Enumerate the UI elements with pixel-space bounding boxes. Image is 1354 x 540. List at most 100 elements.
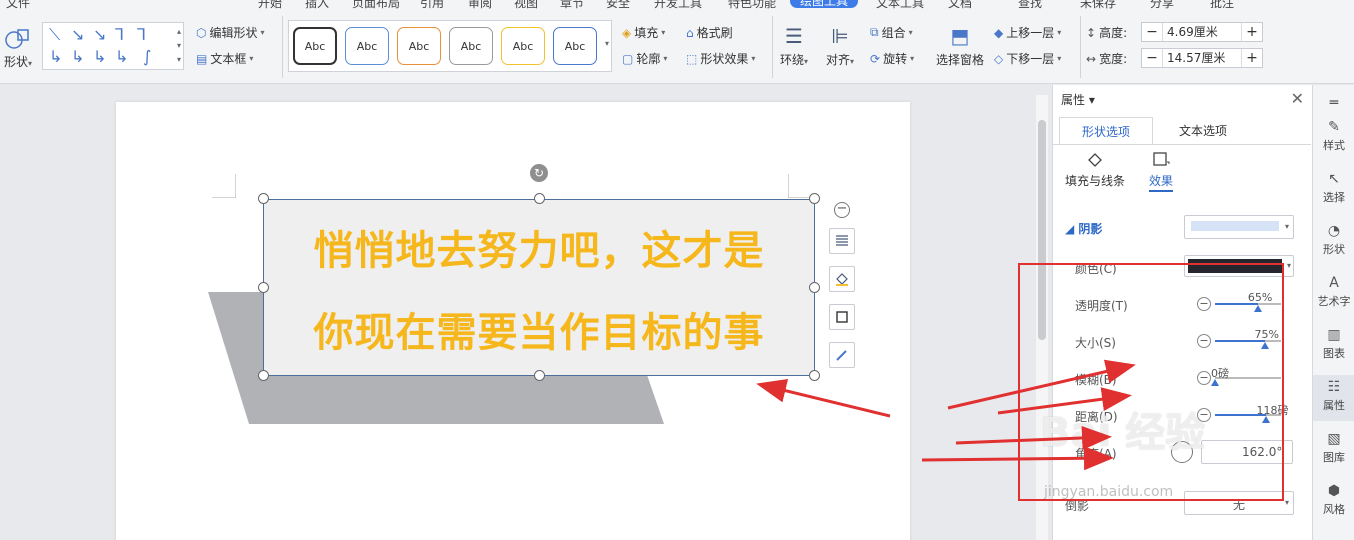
height-stepper[interactable]: − 4.69厘米 + xyxy=(1141,22,1263,42)
menu-tab-layout[interactable]: 页面布局 xyxy=(352,0,400,10)
resize-handle[interactable] xyxy=(258,282,269,293)
height-label-group: ↕ 高度: xyxy=(1086,24,1127,41)
freeform-icon: ∫ xyxy=(143,47,152,66)
wrap-button[interactable]: ☰ 环绕▾ xyxy=(780,24,808,68)
send-backward-button[interactable]: ◇ 下移一层 ▾ xyxy=(994,50,1061,67)
layout-options-button[interactable] xyxy=(829,228,855,254)
menu-share[interactable]: 分享 xyxy=(1150,0,1174,10)
menu-tab-special[interactable]: 特色功能 xyxy=(728,0,776,10)
height-increment-button[interactable]: + xyxy=(1242,24,1262,40)
shape-button[interactable]: 形状▾ xyxy=(4,28,32,70)
format-brush-button[interactable] xyxy=(829,342,855,368)
menu-tab-text-tools[interactable]: 文本工具 xyxy=(876,0,924,10)
gallery-scroll[interactable]: ▴ ▾ ▾ xyxy=(177,25,181,67)
height-decrement-button[interactable]: − xyxy=(1142,24,1162,40)
subtab-effects[interactable]: 效果 xyxy=(1149,151,1174,192)
resize-handle[interactable] xyxy=(809,370,820,381)
layout-options-icon xyxy=(836,235,848,246)
sidebar-item-theme[interactable]: ⬢ 风格 xyxy=(1313,483,1354,517)
resize-handle[interactable] xyxy=(534,370,545,381)
document-page[interactable]: 悄悄地去努力吧，这才是 你现在需要当作目标的事 ↻ − xyxy=(116,102,910,540)
rotate-button[interactable]: ⟳ 旋转 ▾ xyxy=(870,50,914,67)
rotate-handle-icon[interactable]: ↻ xyxy=(530,164,548,182)
selection-pane-button[interactable]: ⬒ 选择窗格 xyxy=(936,24,984,68)
menu-tab-ref[interactable]: 引用 xyxy=(420,0,444,10)
shape-effects-button[interactable]: ⬚ 形状效果 ▾ xyxy=(686,50,755,67)
menu-tab-dev[interactable]: 开发工具 xyxy=(654,0,702,10)
panel-title[interactable]: 属性 ▾ xyxy=(1061,91,1095,108)
width-stepper[interactable]: − 14.57厘米 + xyxy=(1141,48,1263,68)
sidebar-item-select[interactable]: ↖ 选择 xyxy=(1313,171,1354,205)
style-sample[interactable]: Abc xyxy=(553,27,597,65)
shadow-section-header[interactable]: ◢ 阴影 xyxy=(1065,220,1102,237)
menu-tab-doc[interactable]: 文档 xyxy=(948,0,972,10)
style-gallery-more[interactable]: ▾ xyxy=(605,37,609,51)
sidebar-item-chart[interactable]: ▥ 图表 xyxy=(1313,327,1354,361)
style-sample[interactable]: Abc xyxy=(449,27,493,65)
resize-handle[interactable] xyxy=(258,370,269,381)
tab-text-options[interactable]: 文本选项 xyxy=(1155,117,1251,145)
menu-tab-chapter[interactable]: 章节 xyxy=(560,0,584,10)
sidebar-label: 属性 xyxy=(1323,399,1345,412)
menu-comment[interactable]: 批注 xyxy=(1210,0,1234,10)
text-box-label: 文本框 xyxy=(210,52,247,66)
style-sample[interactable]: Abc xyxy=(501,27,545,65)
fill-button[interactable]: ◈ 填充 ▾ xyxy=(622,24,665,41)
chart-icon: ▥ xyxy=(1327,327,1341,343)
sidebar-collapse-icon[interactable]: ═ xyxy=(1313,95,1354,113)
menu-tab-insert[interactable]: 插入 xyxy=(305,0,329,10)
tab-shape-options[interactable]: 形状选项 xyxy=(1059,117,1153,145)
menu-tab-file[interactable]: 文件 xyxy=(6,0,30,10)
menu-search[interactable]: 查找 xyxy=(1018,0,1042,10)
width-decrement-button[interactable]: − xyxy=(1142,50,1162,66)
text-box-line-2[interactable]: 你现在需要当作目标的事 xyxy=(264,300,814,358)
sidebar-item-gallery[interactable]: ▧ 图库 xyxy=(1313,431,1354,465)
sidebar-label: 形状 xyxy=(1323,243,1345,256)
group-button[interactable]: ⧉ 组合 ▾ xyxy=(870,24,913,41)
sidebar-item-properties[interactable]: ☷ 属性 xyxy=(1313,375,1354,421)
resize-handle[interactable] xyxy=(534,193,545,204)
bring-forward-icon: ◆ xyxy=(994,25,1004,40)
menu-bar: 文件 开始 插入 页面布局 引用 审阅 视图 章节 安全 开发工具 特色功能 绘… xyxy=(0,0,1354,10)
shape-outline-button[interactable] xyxy=(829,304,855,330)
shadow-preset-dropdown[interactable]: ▾ xyxy=(1184,215,1294,239)
sidebar-item-style[interactable]: ✎ 样式 xyxy=(1313,119,1354,153)
outline-button[interactable]: ▢ 轮廓 ▾ xyxy=(622,50,667,67)
style-sample[interactable]: Abc xyxy=(293,27,337,65)
bring-forward-button[interactable]: ◆ 上移一层 ▾ xyxy=(994,24,1061,41)
resize-handle[interactable] xyxy=(258,193,269,204)
menu-tab-review[interactable]: 审阅 xyxy=(468,0,492,10)
shape-style-gallery[interactable]: Abc Abc Abc Abc Abc Abc ▾ xyxy=(288,20,612,72)
style-sample[interactable]: Abc xyxy=(345,27,389,65)
menu-tab-drawing[interactable]: 绘图工具 xyxy=(790,0,859,8)
collapse-icon[interactable]: − xyxy=(834,202,850,218)
width-label-group: ↔ 宽度: xyxy=(1086,50,1127,67)
format-painter-button[interactable]: ⌂ 格式刷 xyxy=(686,24,733,41)
shape-fill-button[interactable] xyxy=(829,266,855,292)
pencil-icon: ✎ xyxy=(1328,119,1340,135)
menu-tab-security[interactable]: 安全 xyxy=(606,0,630,10)
menu-tab-home[interactable]: 开始 xyxy=(258,0,282,10)
resize-handle[interactable] xyxy=(809,282,820,293)
sidebar-item-wordart[interactable]: A 艺术字 xyxy=(1313,275,1354,309)
align-button[interactable]: ⊫ 对齐▾ xyxy=(826,24,854,68)
style-sample[interactable]: Abc xyxy=(397,27,441,65)
edit-shape-button[interactable]: ⬡ 编辑形状 ▾ xyxy=(196,24,265,41)
text-box-line-1[interactable]: 悄悄地去努力吧，这才是 xyxy=(264,218,814,276)
selected-text-box[interactable]: 悄悄地去努力吧，这才是 你现在需要当作目标的事 xyxy=(263,199,815,376)
sidebar-label: 艺术字 xyxy=(1317,295,1351,308)
menu-tab-view[interactable]: 视图 xyxy=(514,0,538,10)
width-input[interactable]: 14.57厘米 xyxy=(1162,49,1242,67)
height-input[interactable]: 4.69厘米 xyxy=(1162,23,1242,41)
subtab-fill-line[interactable]: 填充与线条 xyxy=(1065,151,1125,189)
menu-unsaved[interactable]: 未保存 xyxy=(1080,0,1116,10)
resize-handle[interactable] xyxy=(809,193,820,204)
brush-icon xyxy=(836,350,847,361)
text-box-button[interactable]: ▤ 文本框 ▾ xyxy=(196,50,253,67)
close-icon[interactable]: ✕ xyxy=(1291,89,1304,108)
effects-icon xyxy=(1153,152,1170,166)
width-increment-button[interactable]: + xyxy=(1242,50,1262,66)
outline-label: 轮廓 xyxy=(636,52,661,66)
sidebar-item-shape[interactable]: ◔ 形状 xyxy=(1313,223,1354,257)
line-style-gallery[interactable]: ⟍ ↘ ↘ ⅂ ⅂ ↳ ↳ ↳ ↳ ∫ ▴ ▾ ▾ xyxy=(42,22,184,70)
